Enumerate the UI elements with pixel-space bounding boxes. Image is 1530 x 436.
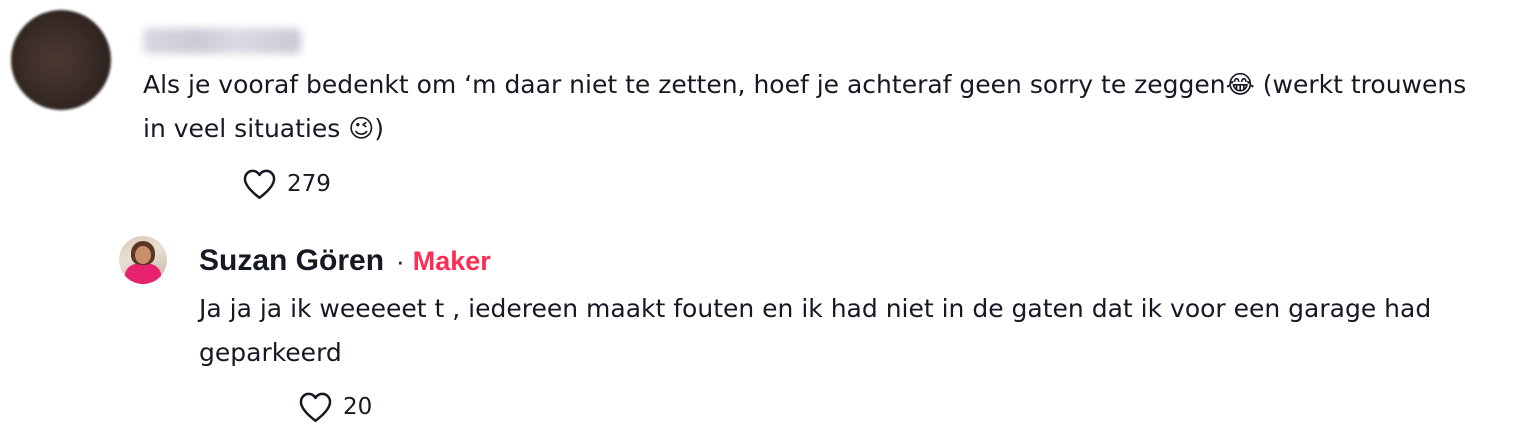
comment-text: Als je vooraf bedenkt om ‘m daar niet te…: [143, 70, 1467, 143]
reply-like-button[interactable]: 20: [298, 391, 372, 423]
like-button[interactable]: 279: [242, 168, 331, 200]
reply-avatar[interactable]: [119, 236, 167, 284]
heart-icon[interactable]: [298, 391, 333, 423]
heart-icon[interactable]: [242, 168, 277, 200]
reply-header: Suzan Gören · Maker: [199, 241, 491, 281]
avatar[interactable]: [11, 10, 111, 110]
like-count: 279: [287, 171, 331, 197]
creator-badge: Maker: [412, 245, 491, 276]
reply-author-name[interactable]: Suzan Gören: [199, 244, 384, 278]
reply-text: Ja ja ja ik weeeeet t , iedereen maakt f…: [199, 294, 1432, 367]
reply-like-count: 20: [343, 394, 373, 420]
separator-dot: ·: [396, 245, 405, 276]
blurred-username[interactable]: [143, 28, 301, 54]
